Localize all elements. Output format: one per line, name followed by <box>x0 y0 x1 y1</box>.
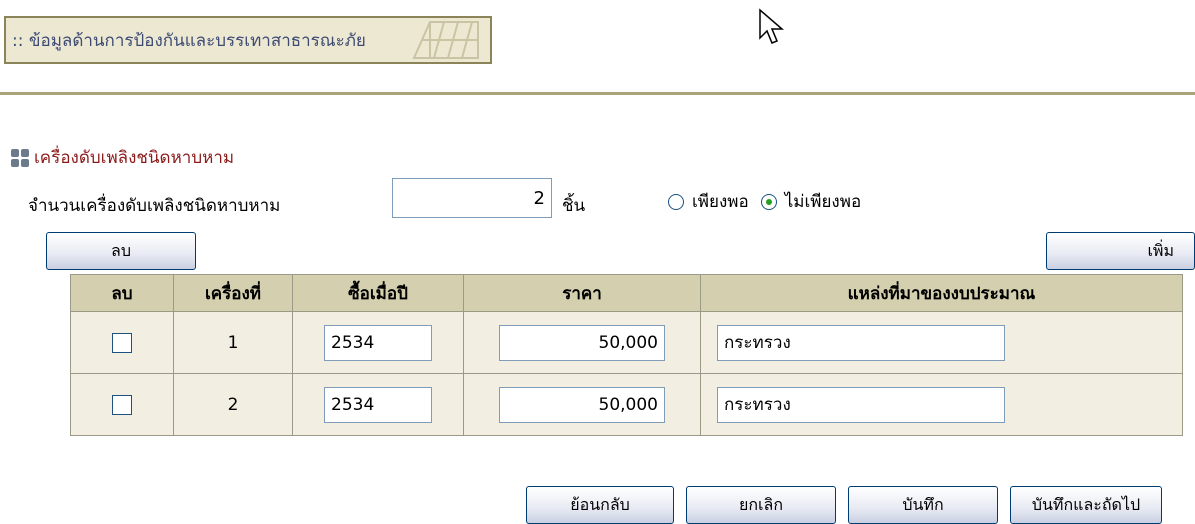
price-cell <box>463 311 701 374</box>
source-cell <box>700 373 1183 436</box>
radio-insufficient-label: ไม่เพียงพอ <box>784 192 862 212</box>
column-header-year: ซื้อเมื่อปี <box>292 274 464 312</box>
row-delete-cell <box>70 373 174 436</box>
table-row: 1 <box>70 311 1183 374</box>
machine-no-cell: 1 <box>173 311 293 374</box>
price-input[interactable] <box>499 386 665 423</box>
radio-sufficient-circle[interactable] <box>668 193 684 210</box>
section-title-row: เครื่องดับเพลิงชนิดหาบหาม <box>10 144 234 171</box>
section-title: เครื่องดับเพลิงชนิดหาบหาม <box>34 148 235 168</box>
price-input[interactable] <box>499 324 665 361</box>
radio-sufficient-label: เพียงพอ <box>692 192 749 212</box>
column-header-machine-no: เครื่องที่ <box>173 274 293 312</box>
section-header-title: :: ข้อมูลด้านการป้องกันและบรรเทาสาธารณะภ… <box>12 30 366 51</box>
section-bullet-icon <box>11 148 29 167</box>
column-header-delete: ลบ <box>70 274 174 312</box>
source-input[interactable] <box>717 386 1005 423</box>
save-next-button[interactable]: บันทึกและถัดไป <box>1010 486 1162 524</box>
year-input[interactable] <box>324 324 432 361</box>
table-header-row: ลบ เครื่องที่ ซื้อเมื่อปี ราคา แหล่งที่ม… <box>70 274 1183 312</box>
mouse-cursor-icon <box>759 8 785 44</box>
save-button[interactable]: บันทึก <box>848 486 998 524</box>
section-header-box: :: ข้อมูลด้านการป้องกันและบรรเทาสาธารณะภ… <box>4 16 492 64</box>
column-header-budget-source: แหล่งที่มาของงบประมาณ <box>700 274 1183 312</box>
radio-insufficient-circle[interactable] <box>760 193 777 210</box>
delete-button[interactable]: ลบ <box>46 232 196 270</box>
row-delete-cell <box>70 311 174 374</box>
radio-insufficient[interactable]: ไม่เพียงพอ <box>760 188 862 215</box>
table-row: 2 <box>70 373 1183 436</box>
decorative-ladder-icon <box>412 21 479 59</box>
sufficiency-radio-group: เพียงพอ ไม่เพียงพอ <box>668 188 873 215</box>
column-header-price: ราคา <box>463 274 701 312</box>
count-label: จำนวนเครื่องดับเพลิงชนิดหาบหาม <box>28 196 281 216</box>
source-input[interactable] <box>717 324 1005 361</box>
equipment-table: ลบ เครื่องที่ ซื้อเมื่อปี ราคา แหล่งที่ม… <box>70 274 1183 436</box>
row-delete-checkbox[interactable] <box>112 332 132 353</box>
price-cell <box>463 373 701 436</box>
horizontal-divider <box>0 92 1195 95</box>
year-cell <box>292 311 464 374</box>
cancel-button[interactable]: ยกเลิก <box>686 486 836 524</box>
back-button[interactable]: ย้อนกลับ <box>526 486 674 524</box>
machine-no-cell: 2 <box>173 373 293 436</box>
count-input[interactable] <box>392 178 552 218</box>
year-cell <box>292 373 464 436</box>
row-delete-checkbox[interactable] <box>112 394 132 415</box>
year-input[interactable] <box>324 386 432 423</box>
count-unit: ชิ้น <box>562 196 586 216</box>
radio-sufficient[interactable]: เพียงพอ <box>668 188 749 215</box>
add-button[interactable]: เพิ่ม <box>1046 232 1195 270</box>
source-cell <box>700 311 1183 374</box>
